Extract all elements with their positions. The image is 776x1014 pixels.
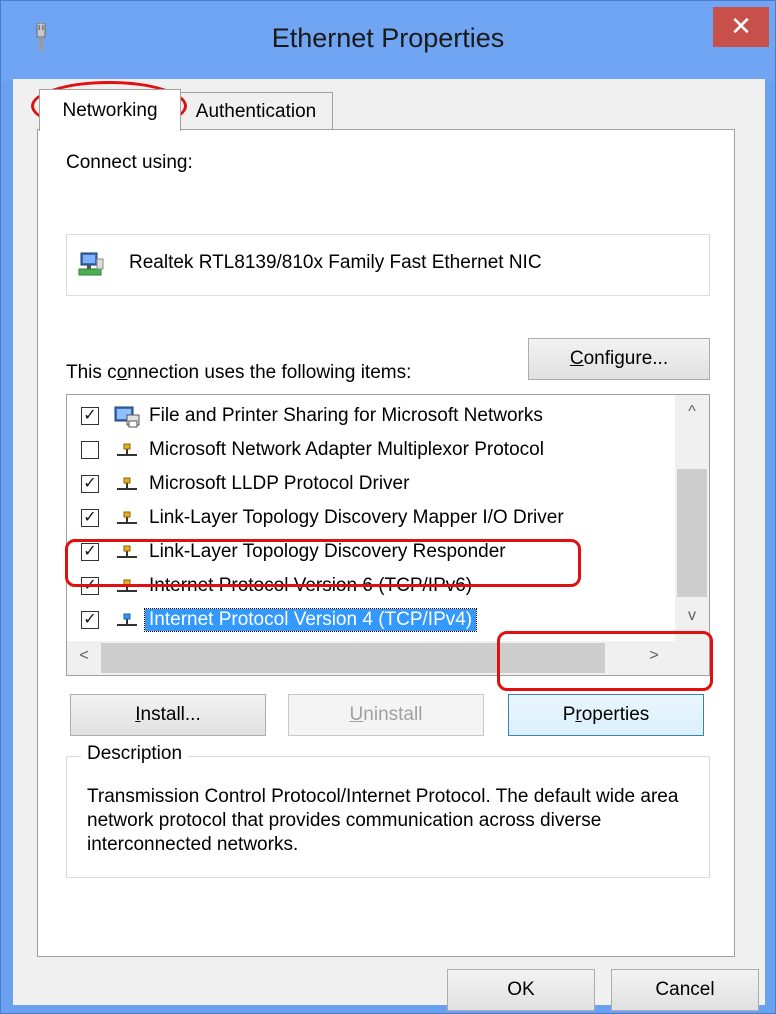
configure-label: onfigure... xyxy=(583,348,669,369)
ethernet-properties-window: Ethernet Properties ✕ Authentication Net… xyxy=(0,0,776,1014)
items-label: This connection uses the following items… xyxy=(66,362,412,383)
adapter-name: Realtek RTL8139/810x Family Fast Etherne… xyxy=(129,252,542,273)
list-item[interactable]: Microsoft Network Adapter Multiplexor Pr… xyxy=(67,435,667,467)
cancel-button[interactable]: Cancel xyxy=(611,969,759,1011)
network-adapter-icon xyxy=(78,252,104,276)
connect-using-label: Connect using: xyxy=(66,152,193,173)
protocol-icon xyxy=(117,511,137,524)
protocol-icon xyxy=(117,545,137,558)
protocol-icon xyxy=(117,579,137,592)
printer-sharing-icon xyxy=(114,406,140,428)
horizontal-scrollbar[interactable]: < > xyxy=(67,641,709,675)
description-text: Transmission Control Protocol/Internet P… xyxy=(87,786,679,855)
scroll-left-arrow-icon[interactable]: < xyxy=(67,647,101,665)
item-checkbox[interactable]: ✓ xyxy=(81,475,99,493)
dialog-client-area: Authentication Networking Connect using:… xyxy=(13,79,765,1011)
scroll-right-arrow-icon[interactable]: > xyxy=(637,647,671,665)
item-label: Link-Layer Topology Discovery Mapper I/O… xyxy=(149,507,564,528)
list-item[interactable]: ✓ File and Printer Sharing for Microsoft… xyxy=(67,401,667,433)
protocol-icon xyxy=(117,613,137,626)
item-label: Internet Protocol Version 6 (TCP/IPv6) xyxy=(149,575,473,596)
networking-tab-panel: Connect using: Realtek RTL8139/810x Fami… xyxy=(37,129,735,957)
item-checkbox[interactable]: ✓ xyxy=(81,577,99,595)
uninstall-button[interactable]: Uninstall xyxy=(288,694,484,736)
close-icon: ✕ xyxy=(730,11,752,41)
description-legend: Description xyxy=(81,743,189,765)
description-group: Description Transmission Control Protoco… xyxy=(66,743,710,878)
configure-hotkey: C xyxy=(569,348,584,369)
item-label: Microsoft Network Adapter Multiplexor Pr… xyxy=(149,439,544,460)
vertical-scroll-thumb[interactable] xyxy=(677,469,707,597)
adapter-display: Realtek RTL8139/810x Family Fast Etherne… xyxy=(66,234,710,296)
protocol-icon xyxy=(117,477,137,490)
list-item[interactable]: ✓ Link-Layer Topology Discovery Responde… xyxy=(67,537,667,569)
tab-networking[interactable]: Networking xyxy=(39,89,181,131)
install-button[interactable]: Install... xyxy=(70,694,266,736)
ok-button[interactable]: OK xyxy=(447,969,595,1011)
scroll-down-arrow-icon[interactable]: v xyxy=(675,607,709,625)
item-checkbox[interactable]: ✓ xyxy=(81,509,99,527)
components-list[interactable]: ✓ File and Printer Sharing for Microsoft… xyxy=(66,394,710,676)
item-label: Microsoft LLDP Protocol Driver xyxy=(149,473,410,494)
item-checkbox[interactable]: ✓ xyxy=(81,407,99,425)
item-checkbox[interactable]: ✓ xyxy=(81,611,99,629)
list-item-selected[interactable]: ✓ Internet Protocol Version 4 (TCP/IPv4) xyxy=(67,605,667,637)
item-label: Internet Protocol Version 4 (TCP/IPv4) xyxy=(143,608,478,632)
tab-authentication[interactable]: Authentication xyxy=(179,92,333,130)
list-item[interactable]: ✓ Link-Layer Topology Discovery Mapper I… xyxy=(67,503,667,535)
item-checkbox[interactable] xyxy=(81,441,99,459)
list-item[interactable]: ✓ Microsoft LLDP Protocol Driver xyxy=(67,469,667,501)
item-checkbox[interactable]: ✓ xyxy=(81,543,99,561)
title-bar[interactable]: Ethernet Properties ✕ xyxy=(1,1,775,81)
protocol-icon xyxy=(117,443,137,456)
scroll-up-arrow-icon[interactable]: ^ xyxy=(675,403,709,421)
list-item[interactable]: ✓ Internet Protocol Version 6 (TCP/IPv6) xyxy=(67,571,667,603)
vertical-scrollbar[interactable]: ^ v xyxy=(675,395,709,641)
item-label: Link-Layer Topology Discovery Responder xyxy=(149,541,506,562)
close-button[interactable]: ✕ xyxy=(713,7,769,47)
configure-button[interactable]: Configure... xyxy=(528,338,710,380)
window-title: Ethernet Properties xyxy=(271,23,505,53)
horizontal-scroll-thumb[interactable] xyxy=(101,643,605,673)
item-label: File and Printer Sharing for Microsoft N… xyxy=(149,405,543,426)
properties-button[interactable]: Properties xyxy=(508,694,704,736)
